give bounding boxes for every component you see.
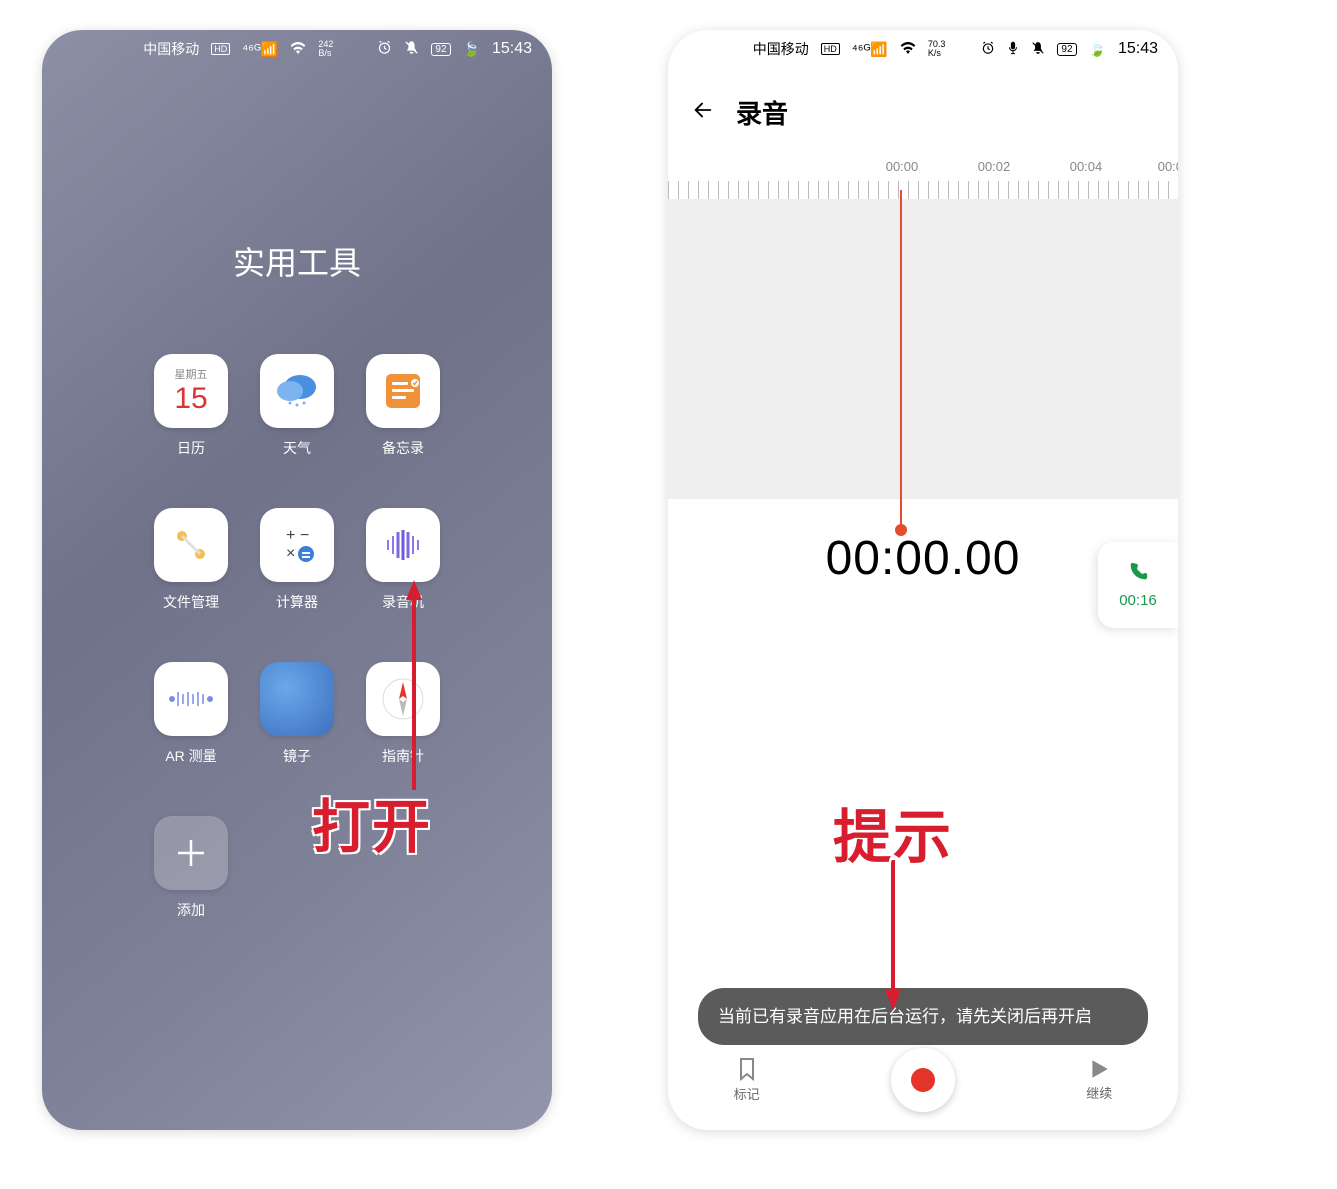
ruler-tick-0: 00:00 [886, 159, 919, 174]
recorder-icon [366, 508, 440, 582]
ruler-tick-3: 00:06 [1158, 159, 1178, 174]
net-speed: 242B/s [318, 40, 333, 58]
svg-text:×: × [286, 545, 295, 562]
app-weather[interactable]: 天气 [254, 354, 340, 458]
page-title: 录音 [736, 94, 788, 131]
leaf-icon: 🍃 [1089, 41, 1106, 58]
silent-icon [1031, 41, 1045, 58]
bookmark-icon [736, 1057, 758, 1081]
app-label: 备忘录 [382, 438, 424, 458]
app-notes[interactable]: 备忘录 [360, 354, 446, 458]
files-icon [154, 508, 228, 582]
continue-button[interactable]: 继续 [1086, 1058, 1112, 1102]
annotation-label: 打开 [312, 780, 432, 864]
playhead [900, 190, 902, 530]
status-bar: 中国移动 HD ⁴⁶ᴳ📶 70.3K/s 92 🍃 15:43 [668, 30, 1178, 68]
record-button[interactable] [891, 1048, 955, 1112]
app-files[interactable]: 文件管理 [148, 508, 234, 612]
mark-button[interactable]: 标记 [734, 1057, 760, 1103]
play-icon [1088, 1058, 1110, 1080]
wifi-icon [900, 41, 916, 58]
app-calculator[interactable]: +−× 计算器 [254, 508, 340, 612]
ar-measure-icon [154, 662, 228, 736]
svg-text:−: − [300, 527, 309, 544]
bottom-bar: 标记 继续 [668, 1040, 1178, 1120]
app-label: 计算器 [276, 592, 318, 612]
ruler: 00:00 00:02 00:04 00:06 [668, 159, 1178, 199]
svg-text:+: + [286, 527, 295, 544]
app-label: 文件管理 [163, 592, 219, 612]
call-duration: 00:16 [1119, 592, 1157, 609]
clock-label: 15:43 [1118, 40, 1158, 58]
record-dot-icon [911, 1068, 935, 1092]
annotation-arrow [404, 580, 424, 790]
battery-icon: 92 [431, 43, 450, 56]
phone-home: 中国移动 HD ⁴⁶ᴳ📶 242B/s 92 🍃 15:43 实用工具 星期五 … [42, 30, 552, 1130]
signal-icon: ⁴⁶ᴳ📶 [852, 41, 888, 58]
clock-label: 15:43 [492, 40, 532, 58]
weather-icon [260, 354, 334, 428]
folder-title: 实用工具 [42, 238, 552, 284]
alarm-icon [981, 41, 995, 58]
titlebar: 录音 [668, 68, 1178, 141]
call-chip[interactable]: 00:16 [1098, 542, 1178, 628]
mark-label: 标记 [734, 1084, 760, 1103]
calendar-icon: 星期五 15 [154, 354, 228, 428]
toast: 当前已有录音应用在后台运行，请先关闭后再开启 [698, 988, 1148, 1046]
calculator-icon: +−× [260, 508, 334, 582]
app-add[interactable]: 添加 [148, 816, 234, 920]
app-label: 日历 [177, 438, 205, 458]
app-compass[interactable]: 指南针 [360, 662, 446, 766]
notes-icon [366, 354, 440, 428]
hd-icon: HD [211, 43, 230, 55]
hd-icon: HD [821, 43, 840, 55]
waveform-area[interactable] [668, 199, 1178, 499]
carrier-label: 中国移动 [753, 39, 809, 59]
add-icon [154, 816, 228, 890]
continue-label: 继续 [1086, 1083, 1112, 1102]
app-recorder[interactable]: 录音机 [360, 508, 446, 612]
app-label: AR 测量 [165, 746, 216, 766]
battery-icon: 92 [1057, 43, 1076, 56]
annotation-arrow [883, 860, 903, 1010]
ruler-tick-2: 00:04 [1070, 159, 1103, 174]
mirror-icon [260, 662, 334, 736]
app-mirror[interactable]: 镜子 [254, 662, 340, 766]
status-bar: 中国移动 HD ⁴⁶ᴳ📶 242B/s 92 🍃 15:43 [42, 30, 552, 68]
carrier-label: 中国移动 [143, 39, 199, 59]
wifi-icon [290, 41, 306, 58]
net-speed: 70.3K/s [928, 40, 946, 58]
silent-icon [404, 40, 419, 58]
mic-icon [1007, 41, 1019, 58]
app-label: 天气 [283, 438, 311, 458]
alarm-icon [377, 40, 392, 58]
leaf-icon: 🍃 [463, 41, 480, 58]
compass-icon [366, 662, 440, 736]
back-button[interactable] [692, 97, 714, 128]
signal-icon: ⁴⁶ᴳ📶 [242, 41, 278, 58]
app-label: 添加 [177, 900, 205, 920]
toast-text: 当前已有录音应用在后台运行，请先关闭后再开启 [718, 1007, 1092, 1026]
ruler-tick-1: 00:02 [978, 159, 1011, 174]
phone-icon [1127, 561, 1149, 588]
app-calendar[interactable]: 星期五 15 日历 [148, 354, 234, 458]
app-label: 镜子 [283, 746, 311, 766]
phone-recorder: 中国移动 HD ⁴⁶ᴳ📶 70.3K/s 92 🍃 15:43 录音 00:00… [668, 30, 1178, 1130]
app-grid: 星期五 15 日历 天气 备忘录 文件管理 +−× [42, 354, 552, 920]
annotation-label: 提示 [833, 790, 953, 874]
app-ar-measure[interactable]: AR 测量 [148, 662, 234, 766]
